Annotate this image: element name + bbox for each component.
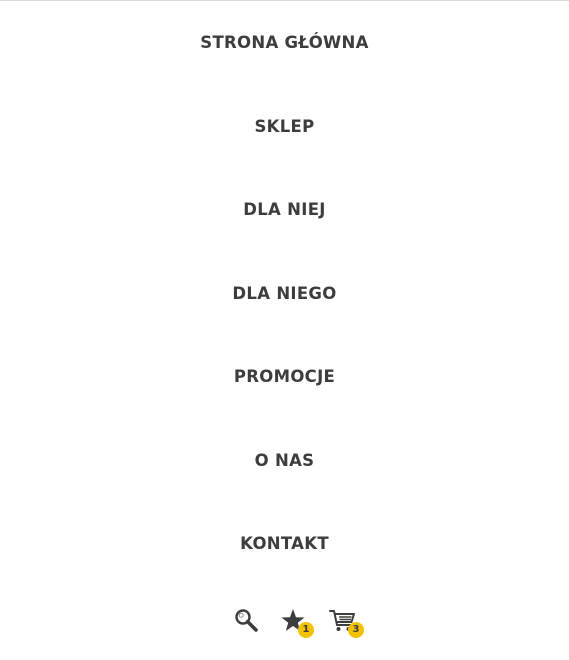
nav-item-for-her[interactable]: DLA NIEJ <box>0 190 569 230</box>
nav-item-promotions[interactable]: PROMOCJE <box>0 357 569 397</box>
cart-button[interactable]: 3 <box>328 606 364 642</box>
wishlist-button[interactable]: 1 <box>279 606 315 642</box>
header-icon-bar: 1 3 <box>0 606 569 646</box>
top-divider <box>0 0 569 1</box>
nav-item-contact[interactable]: KONTAKT <box>0 524 569 564</box>
nav-item-about[interactable]: O NAS <box>0 441 569 481</box>
nav-item-home[interactable]: STRONA GŁÓWNA <box>0 23 569 63</box>
cart-count-badge: 3 <box>348 622 364 638</box>
nav-item-shop[interactable]: SKLEP <box>0 107 569 147</box>
wishlist-count-badge: 1 <box>298 622 314 638</box>
search-button[interactable] <box>232 606 268 642</box>
nav-item-for-him[interactable]: DLA NIEGO <box>0 274 569 314</box>
search-icon <box>235 609 258 632</box>
